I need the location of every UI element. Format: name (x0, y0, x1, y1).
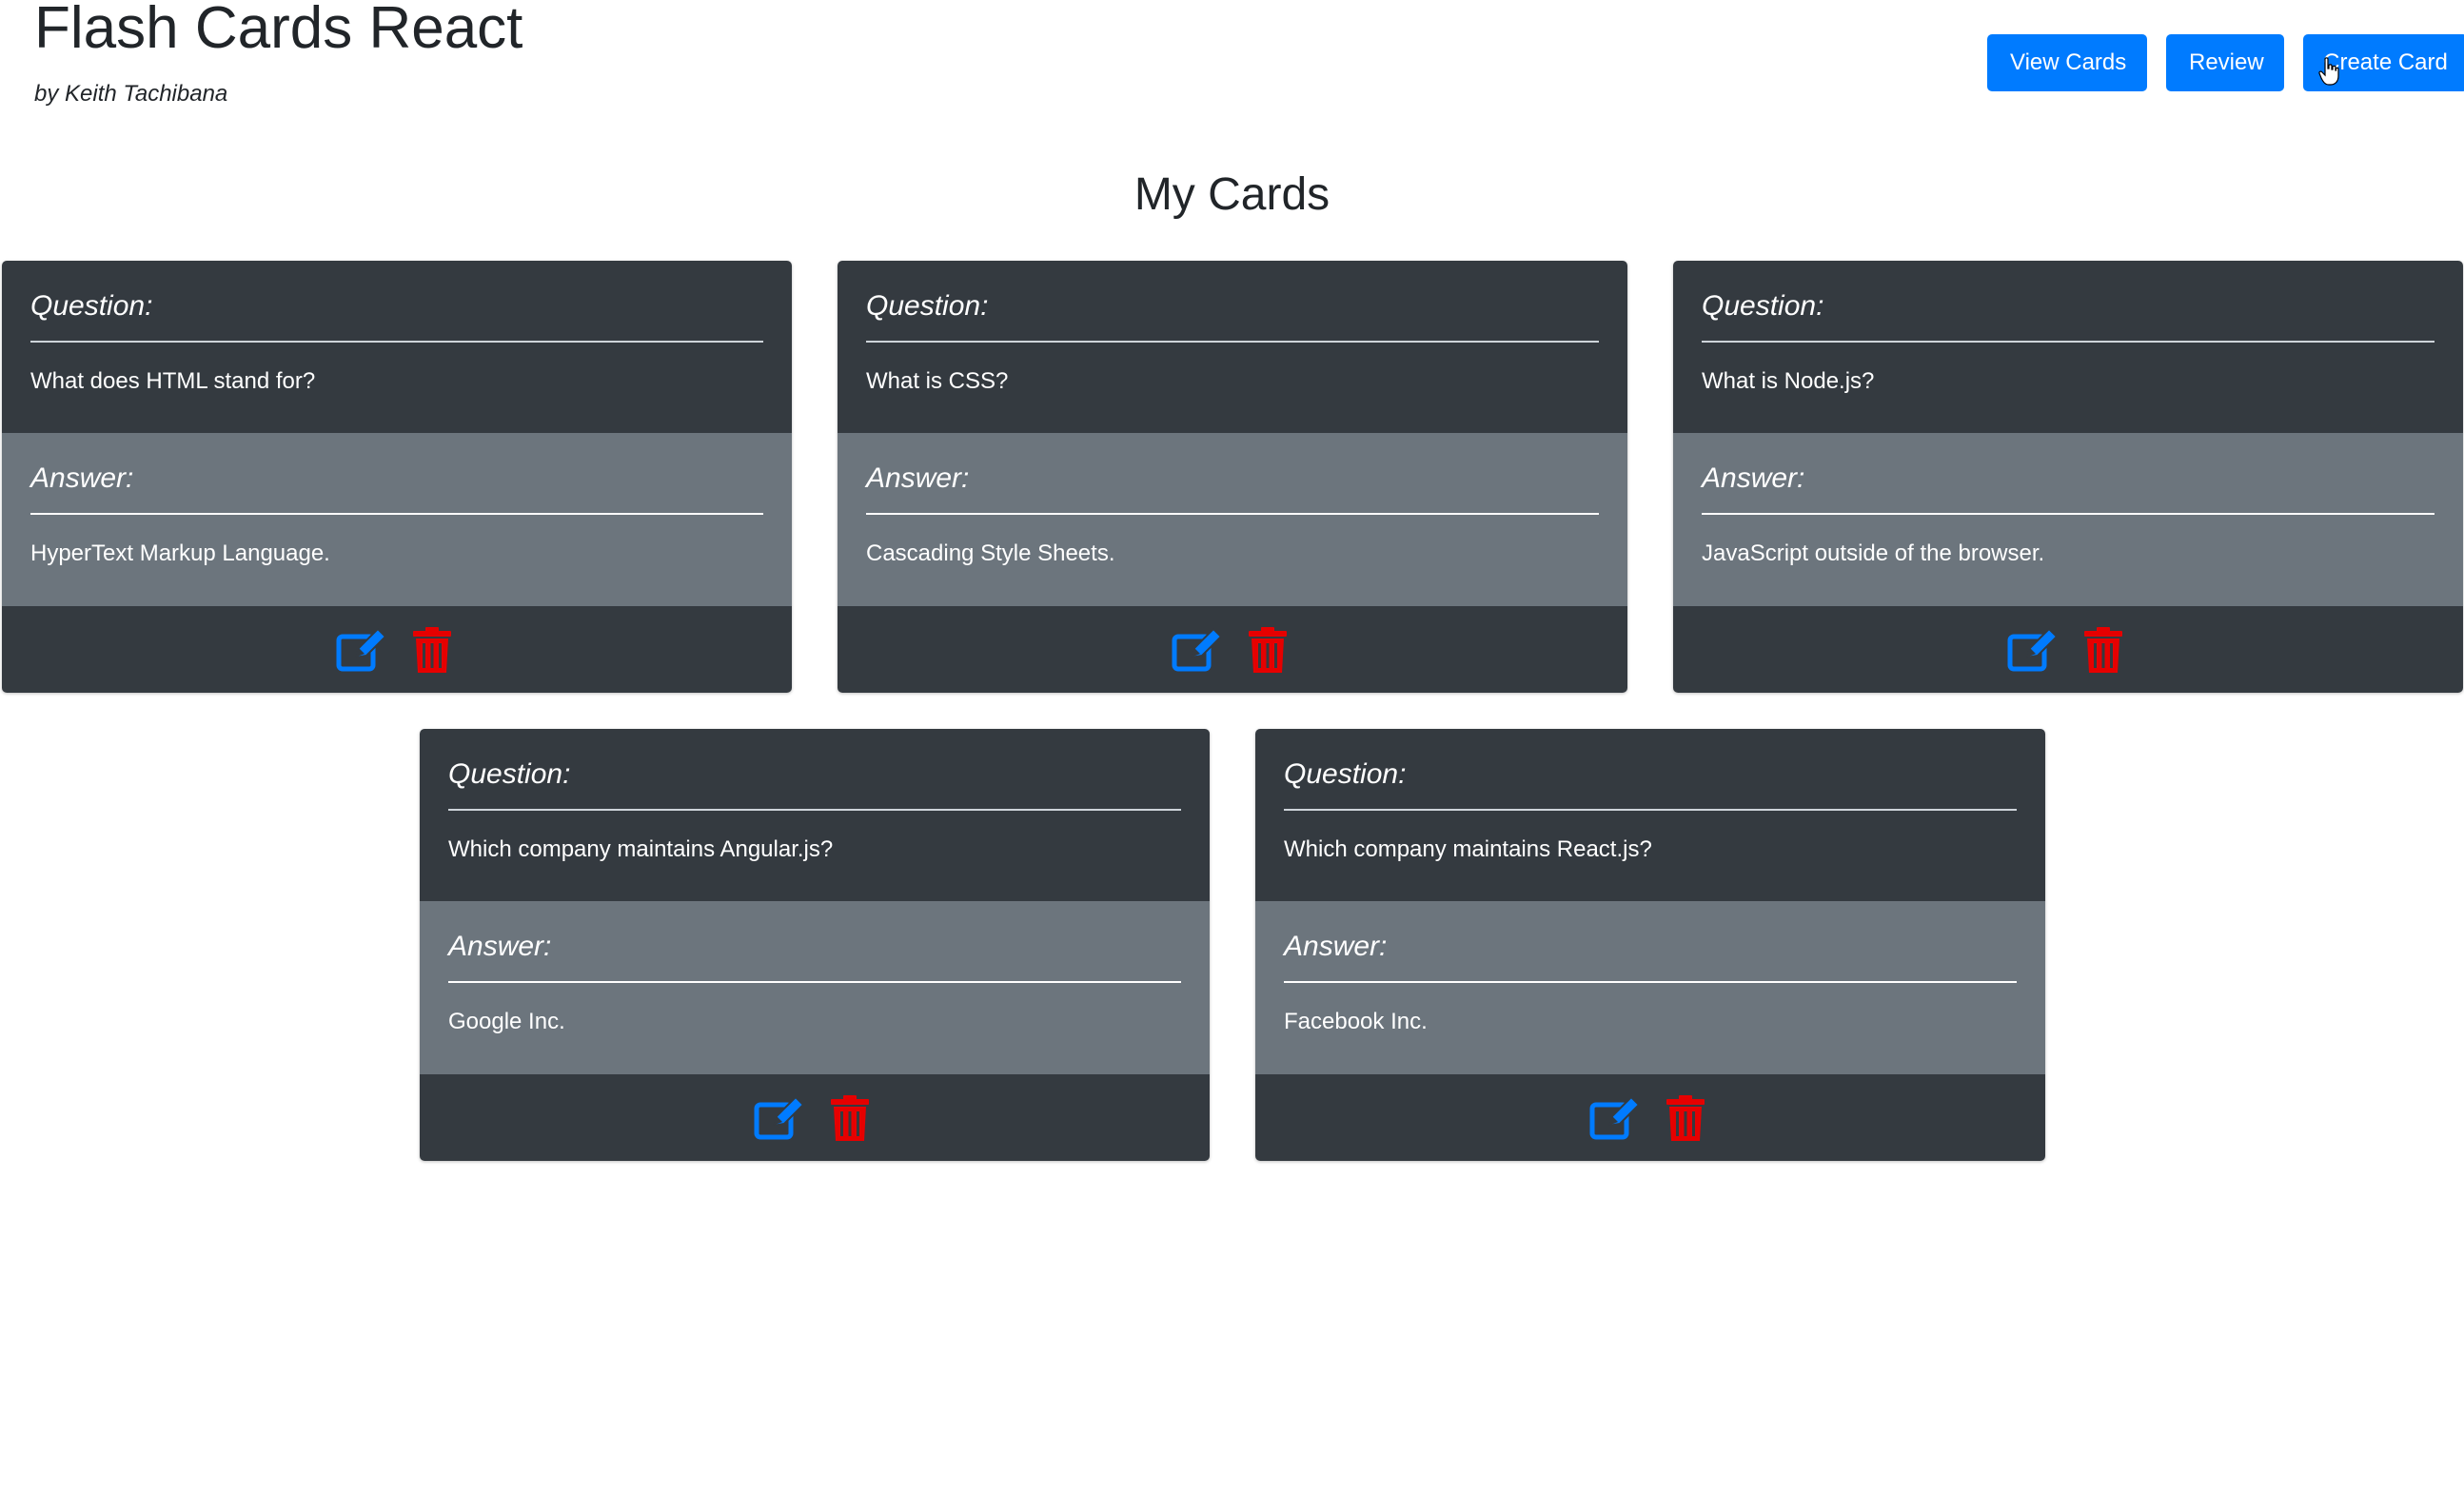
app-title: Flash Cards React (34, 0, 523, 61)
answer-label: Answer: (1702, 462, 2434, 515)
trash-icon[interactable] (2078, 624, 2129, 676)
question-text: Which company maintains Angular.js? (448, 836, 834, 862)
answer-section: Answer: HyperText Markup Language. (2, 433, 792, 606)
trash-icon[interactable] (824, 1092, 876, 1144)
answer-label: Answer: (448, 930, 1181, 983)
flash-card: Question: What does HTML stand for? Answer… (2, 261, 792, 693)
card-actions (838, 606, 1627, 693)
edit-icon[interactable] (754, 1092, 805, 1144)
answer-section: Answer: Google Inc. (420, 901, 1210, 1074)
card-actions (2, 606, 792, 693)
answer-section: Answer: Cascading Style Sheets. (838, 433, 1627, 606)
edit-icon[interactable] (2007, 624, 2059, 676)
flash-card: Question: What is CSS? Answer: Cascading St… (838, 261, 1627, 693)
question-section: Question: What does HTML stand for? (2, 261, 792, 433)
question-label: Question: (1284, 757, 2017, 811)
answer-label: Answer: (866, 462, 1599, 515)
top-nav: View Cards Review Create Card (1987, 34, 2464, 91)
answer-text: Facebook Inc. (1284, 1009, 1428, 1034)
card-actions (1255, 1074, 2045, 1161)
answer-label: Answer: (30, 462, 763, 515)
question-label: Question: (30, 289, 763, 343)
question-section: Question: Which company maintains Angular… (420, 729, 1210, 901)
hand-cursor-icon (2318, 57, 2339, 86)
question-label: Question: (448, 757, 1181, 811)
view-cards-button[interactable]: View Cards (1987, 34, 2147, 91)
card-actions (1673, 606, 2463, 693)
question-text: What is Node.js? (1702, 368, 1875, 394)
answer-label: Answer: (1284, 930, 2017, 983)
trash-icon[interactable] (1242, 624, 1293, 676)
card-actions (420, 1074, 1210, 1161)
question-text: Which company maintains React.js? (1284, 836, 1652, 862)
edit-icon[interactable] (336, 624, 387, 676)
trash-icon[interactable] (406, 624, 458, 676)
app-author: by Keith Tachibana (34, 81, 228, 107)
question-section: Question: Which company maintains React.j… (1255, 729, 2045, 901)
question-label: Question: (866, 289, 1599, 343)
question-section: Question: What is Node.js? (1673, 261, 2463, 433)
edit-icon[interactable] (1589, 1092, 1641, 1144)
answer-text: JavaScript outside of the browser. (1702, 540, 2045, 566)
page-heading: My Cards (1133, 169, 1331, 220)
question-label: Question: (1702, 289, 2434, 343)
flash-card: Question: What is Node.js? Answer: JavaScri… (1673, 261, 2463, 693)
answer-section: Answer: JavaScript outside of the browser… (1673, 433, 2463, 606)
question-text: What does HTML stand for? (30, 368, 316, 394)
flash-card: Question: Which company maintains React.j… (1255, 729, 2045, 1161)
flash-card: Question: Which company maintains Angular… (420, 729, 1210, 1161)
edit-icon[interactable] (1172, 624, 1223, 676)
answer-text: HyperText Markup Language. (30, 540, 330, 566)
question-section: Question: What is CSS? (838, 261, 1627, 433)
trash-icon[interactable] (1660, 1092, 1711, 1144)
question-text: What is CSS? (866, 368, 1009, 394)
answer-text: Cascading Style Sheets. (866, 540, 1115, 566)
review-button[interactable]: Review (2166, 34, 2284, 91)
answer-section: Answer: Facebook Inc. (1255, 901, 2045, 1074)
answer-text: Google Inc. (448, 1009, 565, 1034)
